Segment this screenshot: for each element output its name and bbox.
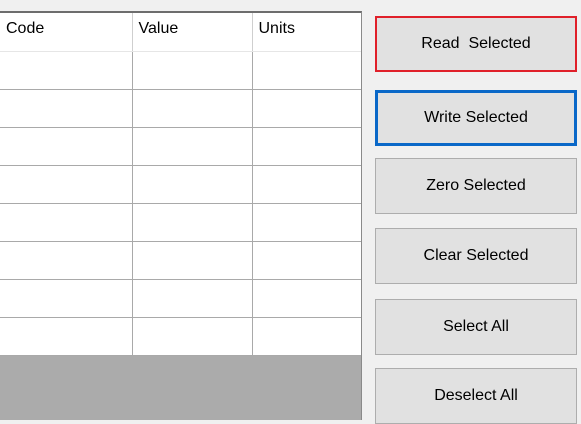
data-grid[interactable]: Code Value Units: [0, 11, 362, 420]
cell-units[interactable]: [252, 279, 361, 318]
clear-selected-button[interactable]: Clear Selected: [375, 228, 577, 284]
cell-value[interactable]: [132, 203, 253, 242]
cell-value[interactable]: [132, 279, 253, 318]
cell-code[interactable]: [0, 165, 133, 204]
cell-units[interactable]: [252, 51, 361, 90]
table-row[interactable]: [0, 51, 361, 90]
code-value-table[interactable]: Code Value Units: [0, 13, 361, 356]
table-row[interactable]: [0, 317, 361, 356]
cell-code[interactable]: [0, 203, 133, 242]
column-header-value[interactable]: Value: [132, 13, 253, 52]
table-row[interactable]: [0, 127, 361, 166]
read-selected-button[interactable]: Read Selected: [375, 16, 577, 72]
cell-code[interactable]: [0, 89, 133, 128]
zero-selected-button[interactable]: Zero Selected: [375, 158, 577, 214]
cell-units[interactable]: [252, 317, 361, 356]
cell-value[interactable]: [132, 241, 253, 280]
column-header-code[interactable]: Code: [0, 13, 133, 52]
clear-selected-label: Clear Selected: [423, 247, 529, 264]
select-all-label: Select All: [443, 318, 509, 335]
cell-units[interactable]: [252, 165, 361, 204]
table-row[interactable]: [0, 165, 361, 204]
table-row[interactable]: [0, 279, 361, 318]
cell-code[interactable]: [0, 51, 133, 90]
zero-selected-label: Zero Selected: [426, 177, 526, 194]
cell-value[interactable]: [132, 51, 253, 90]
deselect-all-button[interactable]: Deselect All: [375, 368, 577, 424]
cell-code[interactable]: [0, 241, 133, 280]
table-row[interactable]: [0, 203, 361, 242]
cell-units[interactable]: [252, 89, 361, 128]
deselect-all-label: Deselect All: [434, 387, 518, 404]
table-row[interactable]: [0, 241, 361, 280]
read-selected-label: Read Selected: [421, 35, 531, 52]
table-row[interactable]: [0, 89, 361, 128]
cell-units[interactable]: [252, 241, 361, 280]
select-all-button[interactable]: Select All: [375, 299, 577, 355]
column-header-units[interactable]: Units: [252, 13, 361, 52]
cell-value[interactable]: [132, 317, 253, 356]
cell-value[interactable]: [132, 165, 253, 204]
cell-code[interactable]: [0, 279, 133, 318]
cell-code[interactable]: [0, 127, 133, 166]
table-header-row: Code Value Units: [0, 13, 361, 52]
write-selected-label: Write Selected: [424, 109, 528, 126]
cell-value[interactable]: [132, 89, 253, 128]
cell-value[interactable]: [132, 127, 253, 166]
cell-units[interactable]: [252, 127, 361, 166]
cell-units[interactable]: [252, 203, 361, 242]
write-selected-button[interactable]: Write Selected: [375, 90, 577, 146]
cell-code[interactable]: [0, 317, 133, 356]
